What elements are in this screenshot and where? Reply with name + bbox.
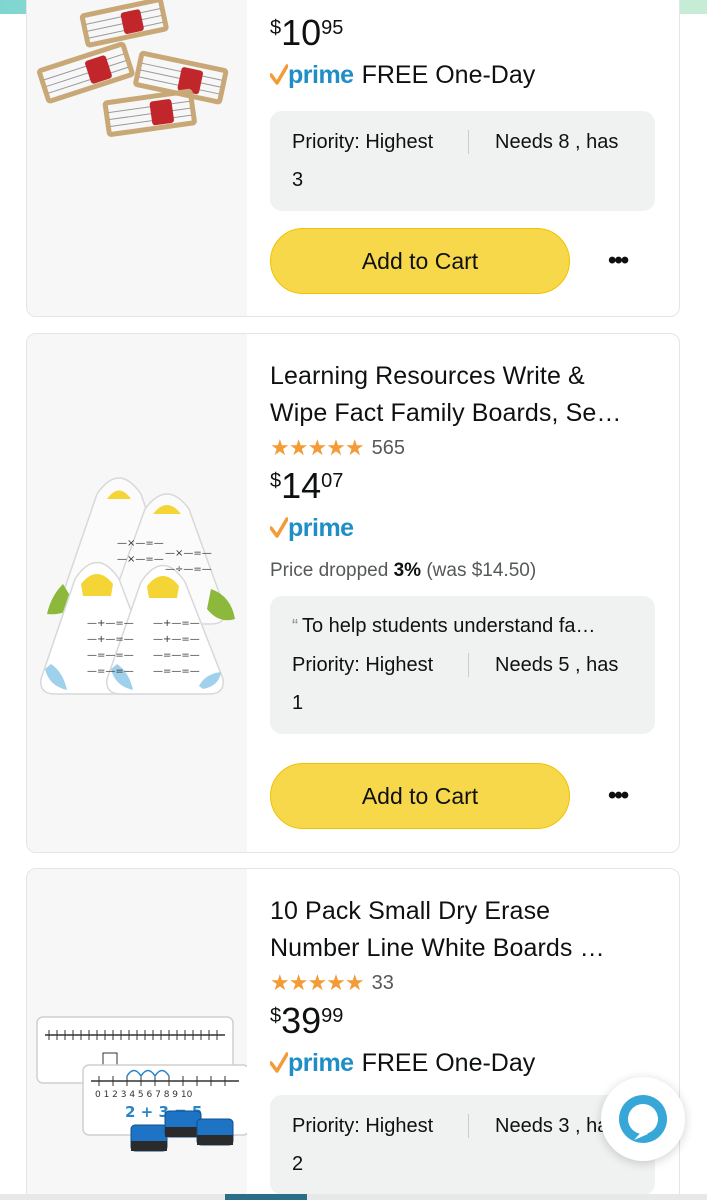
has-count: 3 <box>292 168 304 191</box>
price-fraction: 07 <box>321 470 344 492</box>
price-fraction: 99 <box>321 1005 344 1027</box>
priority-details-box: Priority: Highest Needs 8 , has 3 <box>270 111 655 211</box>
needs-text: Needs 5 , has <box>495 653 619 676</box>
price-symbol: $ <box>270 17 282 39</box>
needs-text: Needs 8 , has <box>495 130 619 153</box>
price-symbol: $ <box>270 470 282 492</box>
has-count: 2 <box>292 1152 304 1175</box>
prime-logo: prime <box>270 61 354 90</box>
svg-text:—×—=—: —×—=— <box>165 548 212 559</box>
price-symbol: $ <box>270 1005 282 1027</box>
price-drop-text: Price dropped 3% (was $14.50) <box>270 554 655 588</box>
product-title[interactable]: 10 Pack Small Dry Erase Number Line Whit… <box>270 893 655 967</box>
number-line-labels: 0 1 2 3 4 5 6 7 8 9 10 <box>95 1090 193 1100</box>
rating-count: 565 <box>371 436 405 459</box>
product-price: $ 39 99 <box>270 999 655 1045</box>
product-title-line-2: Wipe Fact Family Boards, Se… <box>270 399 622 427</box>
add-to-cart-button[interactable]: Add to Cart <box>270 763 570 829</box>
quote-mark: “ <box>292 615 298 636</box>
prime-check-icon <box>270 1052 288 1073</box>
delivery-text: FREE One-Day <box>361 60 536 89</box>
quote-text: To help students understand fa… <box>302 614 596 637</box>
alexa-icon <box>619 1095 667 1143</box>
svg-text:—+—=—: —+—=— <box>87 618 134 629</box>
prime-label: prime <box>288 1048 354 1077</box>
divider <box>468 1114 469 1138</box>
price-drop-percent: 3% <box>393 560 422 581</box>
more-options-icon[interactable]: ••• <box>608 247 629 275</box>
svg-text:—=—=—: —=—=— <box>153 666 200 677</box>
prime-check-icon <box>270 64 288 85</box>
price-whole: 10 <box>281 12 322 53</box>
product-image-fact-family[interactable]: —+—=— —+—=— —=—=— —=—=— —+—=— —+—=— —=—=… <box>27 334 247 852</box>
comment-quote[interactable]: “ To help students understand fa… <box>292 606 633 646</box>
svg-text:—=—=—: —=—=— <box>87 666 134 677</box>
prime-check-icon <box>270 517 288 538</box>
product-image-number-line[interactable]: 0 1 2 3 4 5 6 7 8 9 10 2 + 3 = 5 <box>27 869 250 1200</box>
divider <box>468 653 469 677</box>
priority-details-box: “ To help students understand fa… Priori… <box>270 596 655 734</box>
svg-text:—=—=—: —=—=— <box>87 650 134 661</box>
prime-logo: prime <box>270 1049 354 1078</box>
price-whole: 14 <box>281 465 322 506</box>
priority-text: Priority: Highest <box>292 1114 434 1137</box>
priority-text: Priority: Highest <box>292 653 434 676</box>
scroll-indicator <box>0 1194 707 1200</box>
price-fraction: 95 <box>321 17 344 39</box>
has-count: 1 <box>292 691 304 714</box>
rating-stars: ★★★★★ <box>270 435 365 460</box>
prime-delivery-row: prime FREE One-Day <box>270 57 655 93</box>
prime-label: prime <box>288 513 354 542</box>
prime-logo: prime <box>270 514 354 543</box>
alexa-button[interactable] <box>601 1077 685 1161</box>
price-drop-suffix: (was $14.50) <box>426 560 537 581</box>
product-price: $ 10 95 <box>270 11 655 57</box>
product-title-line-1: Learning Resources Write & <box>270 362 585 390</box>
svg-text:—×—=—: —×—=— <box>117 538 164 549</box>
delivery-text: FREE One-Day <box>361 1048 536 1077</box>
svg-text:—×—=—: —×—=— <box>117 554 164 565</box>
svg-text:—+—=—: —+—=— <box>87 634 134 645</box>
needs-text: Needs 3 , ha <box>495 1114 609 1137</box>
divider <box>468 130 469 154</box>
priority-details-box: Priority: Highest Needs 3 , ha 2 <box>270 1095 655 1195</box>
product-image-abacus[interactable] <box>27 0 247 316</box>
svg-text:—÷—=—: —÷—=— <box>165 564 212 575</box>
rating-row[interactable]: ★★★★★ 33 <box>270 967 655 999</box>
product-title-line-2: Number Line White Boards … <box>270 934 605 962</box>
product-card-3[interactable]: 0 1 2 3 4 5 6 7 8 9 10 2 + 3 = 5 10 Pack… <box>26 868 680 1200</box>
svg-text:—+—=—: —+—=— <box>153 634 200 645</box>
add-to-cart-button[interactable]: Add to Cart <box>270 228 570 294</box>
number-line-boards-image: 0 1 2 3 4 5 6 7 8 9 10 2 + 3 = 5 <box>36 1016 250 1152</box>
rating-stars: ★★★★★ <box>270 970 365 995</box>
fact-family-boards-image: —+—=— —+—=— —=—=— —=—=— —+—=— —+—=— —=—=… <box>40 477 235 695</box>
svg-text:—+—=—: —+—=— <box>153 618 200 629</box>
abacus-image <box>37 0 229 137</box>
priority-text: Priority: Highest <box>292 130 434 153</box>
prime-row: prime <box>270 510 655 546</box>
product-price: $ 14 07 <box>270 464 655 510</box>
price-whole: 39 <box>281 1000 322 1041</box>
product-title[interactable]: Learning Resources Write & Wipe Fact Fam… <box>270 358 655 432</box>
prime-delivery-row: prime FREE One-Day <box>270 1045 655 1081</box>
svg-text:—=—=—: —=—=— <box>153 650 200 661</box>
rating-count: 33 <box>371 971 394 994</box>
scroll-thumb <box>225 1194 307 1200</box>
product-title-line-1: 10 Pack Small Dry Erase <box>270 897 551 925</box>
more-options-icon[interactable]: ••• <box>608 782 629 810</box>
rating-row[interactable]: ★★★★★ 565 <box>270 432 655 464</box>
prime-label: prime <box>288 60 354 89</box>
product-card-2[interactable]: —+—=— —+—=— —=—=— —=—=— —+—=— —+—=— —=—=… <box>26 333 680 853</box>
product-card-1[interactable]: $ 10 95 prime FREE One-Day Priority: Hig… <box>26 0 680 317</box>
price-drop-prefix: Price dropped <box>270 560 389 581</box>
